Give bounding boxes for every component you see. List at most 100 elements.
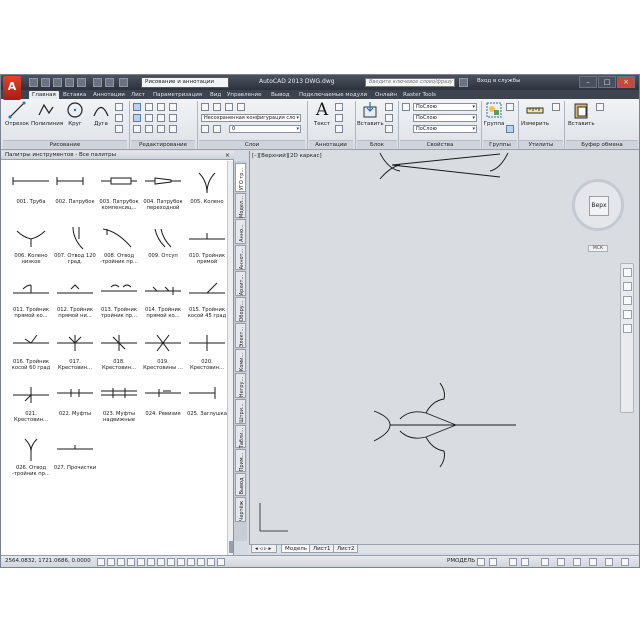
- text-tool[interactable]: A Текст: [311, 101, 333, 127]
- palette-tool[interactable]: 021. Крестовин...: [9, 383, 53, 424]
- tab-plugins[interactable]: Подключаемые модули: [299, 91, 367, 99]
- open-icon[interactable]: [41, 78, 50, 87]
- annotation-scale-icon[interactable]: [509, 558, 517, 566]
- search-icon[interactable]: [459, 78, 468, 87]
- group-properties-label[interactable]: Свойства: [400, 140, 480, 149]
- copy-icon[interactable]: [133, 114, 141, 122]
- showmotion-icon[interactable]: [623, 324, 632, 333]
- paste-tool[interactable]: Вставить: [568, 101, 595, 127]
- tab-model[interactable]: Модель: [281, 545, 312, 553]
- model-space-button[interactable]: РМОДЕЛЬ: [447, 558, 475, 564]
- clean-screen-icon[interactable]: [621, 558, 629, 566]
- snap-icon[interactable]: [107, 558, 115, 566]
- palette-tool[interactable]: 025. Заглушка: [185, 383, 229, 417]
- palette-tool[interactable]: 009. Отсуп: [141, 225, 185, 259]
- app-menu-button[interactable]: A: [3, 76, 21, 100]
- palette-side-tab[interactable]: УГО тр...: [235, 163, 246, 192]
- palette-tool[interactable]: 004. Патрубок переходной: [141, 171, 185, 212]
- annotation-visibility-icon[interactable]: [521, 558, 529, 566]
- color-combo[interactable]: ПоСлою: [413, 103, 477, 111]
- insert-block-tool[interactable]: Вставить: [357, 101, 384, 127]
- dynamic-input-icon[interactable]: [177, 558, 185, 566]
- palette-side-tab[interactable]: Чертёж: [235, 497, 246, 522]
- palette-tool[interactable]: 022. Муфты: [53, 383, 97, 417]
- quick-view-drawings-icon[interactable]: [489, 558, 497, 566]
- mirror-icon[interactable]: [145, 114, 153, 122]
- block-attributes-icon[interactable]: [385, 125, 393, 133]
- grid-icon[interactable]: [117, 558, 125, 566]
- workspace-switch-icon[interactable]: [541, 558, 549, 566]
- stretch-icon[interactable]: [133, 125, 141, 133]
- redo-icon[interactable]: [105, 78, 114, 87]
- tab-manage[interactable]: Управление: [227, 91, 262, 99]
- rectangle-icon[interactable]: [115, 103, 123, 111]
- layout-nav-arrows-icon[interactable]: ◂ ◃ ▹ ▸: [251, 545, 277, 553]
- palette-tool[interactable]: 018. Крестовин...: [97, 331, 141, 372]
- palette-tool[interactable]: 005. Колено: [185, 171, 229, 205]
- dimension-icon[interactable]: [335, 103, 343, 111]
- osnap-icon[interactable]: [147, 558, 155, 566]
- minimize-icon[interactable]: –: [579, 76, 597, 88]
- undo-icon[interactable]: [93, 78, 102, 87]
- pan-icon[interactable]: [623, 282, 632, 291]
- palette-tool[interactable]: 023. Муфты надвижные: [97, 383, 141, 424]
- match-properties-icon[interactable]: [402, 103, 410, 111]
- linetype-combo[interactable]: ПоСлою: [413, 114, 477, 122]
- palette-tool[interactable]: 010. Тройник прямой: [185, 225, 229, 266]
- palette-tool[interactable]: 007. Отвод 120 град.: [53, 225, 97, 266]
- quick-view-layouts-icon[interactable]: [477, 558, 485, 566]
- palette-tool[interactable]: 027. Прочистки: [53, 437, 97, 471]
- isolate-objects-icon[interactable]: [589, 558, 597, 566]
- offset-icon[interactable]: [169, 125, 177, 133]
- hardware-acceleration-icon[interactable]: [573, 558, 581, 566]
- lock-icon[interactable]: [557, 558, 565, 566]
- group-draw-label[interactable]: Рисование: [3, 140, 127, 149]
- print-icon[interactable]: [77, 78, 86, 87]
- erase-icon[interactable]: [169, 103, 177, 111]
- group-tool[interactable]: Группа: [483, 101, 505, 127]
- tab-online[interactable]: Онлайн: [375, 91, 397, 99]
- orbit-icon[interactable]: [623, 310, 632, 319]
- tab-layout[interactable]: Лист: [131, 91, 145, 99]
- tab-output[interactable]: Вывод: [271, 91, 290, 99]
- palette-scroll-thumb[interactable]: [229, 541, 233, 553]
- explode-icon[interactable]: [169, 114, 177, 122]
- palette-tool[interactable]: 014. Тройник прямой ко...: [141, 279, 185, 320]
- gradient-icon[interactable]: [115, 125, 123, 133]
- move-icon[interactable]: [133, 103, 141, 111]
- palette-tool[interactable]: 026. Отвод -тройник пр...: [9, 437, 53, 478]
- palette-tool[interactable]: 012. Тройник прямой ни...: [53, 279, 97, 320]
- group-groups-label[interactable]: Группы: [483, 140, 517, 149]
- search-input[interactable]: Введите ключевое слово/фразу: [365, 78, 455, 87]
- arc-tool[interactable]: Дуга: [89, 101, 113, 127]
- layer-lock-icon[interactable]: [225, 103, 233, 111]
- scale-icon[interactable]: [145, 125, 153, 133]
- polar-icon[interactable]: [137, 558, 145, 566]
- group-layers-label[interactable]: Слои: [199, 140, 305, 149]
- lightbulb-icon[interactable]: [201, 125, 209, 133]
- group-clipboard-label[interactable]: Буфер обмена: [566, 140, 638, 149]
- workspace-select[interactable]: Рисование и аннотации: [141, 77, 229, 88]
- tab-home[interactable]: Главная: [29, 91, 59, 99]
- palette-tool[interactable]: 020. Крестовин...: [185, 331, 229, 372]
- palette-tool[interactable]: 003. Патрубок компенсиц...: [97, 171, 141, 212]
- signin-link[interactable]: Вход в службы: [477, 78, 520, 84]
- table-icon[interactable]: [335, 125, 343, 133]
- status-menu-icon[interactable]: [605, 558, 613, 566]
- edit-block-icon[interactable]: [385, 114, 393, 122]
- tab-insert[interactable]: Вставка: [63, 91, 86, 99]
- group-modify-label[interactable]: Редактирование: [131, 140, 195, 149]
- tab-parametric[interactable]: Параметризация: [153, 91, 202, 99]
- selection-cycling-icon[interactable]: [217, 558, 225, 566]
- maximize-icon[interactable]: □: [598, 76, 616, 88]
- lineweight-combo[interactable]: ПоСлою: [413, 125, 477, 133]
- new-icon[interactable]: [29, 78, 38, 87]
- save-as-icon[interactable]: [65, 78, 74, 87]
- workspace-icon[interactable]: [119, 78, 128, 87]
- palette-tool[interactable]: 013. Тройник тройник пр...: [97, 279, 141, 320]
- fillet-icon[interactable]: [157, 114, 165, 122]
- palette-tool[interactable]: 011. Тройник прямой ко...: [9, 279, 53, 320]
- group-block-label[interactable]: Блок: [357, 140, 397, 149]
- layer-freeze-icon[interactable]: [213, 103, 221, 111]
- transparency-icon[interactable]: [197, 558, 205, 566]
